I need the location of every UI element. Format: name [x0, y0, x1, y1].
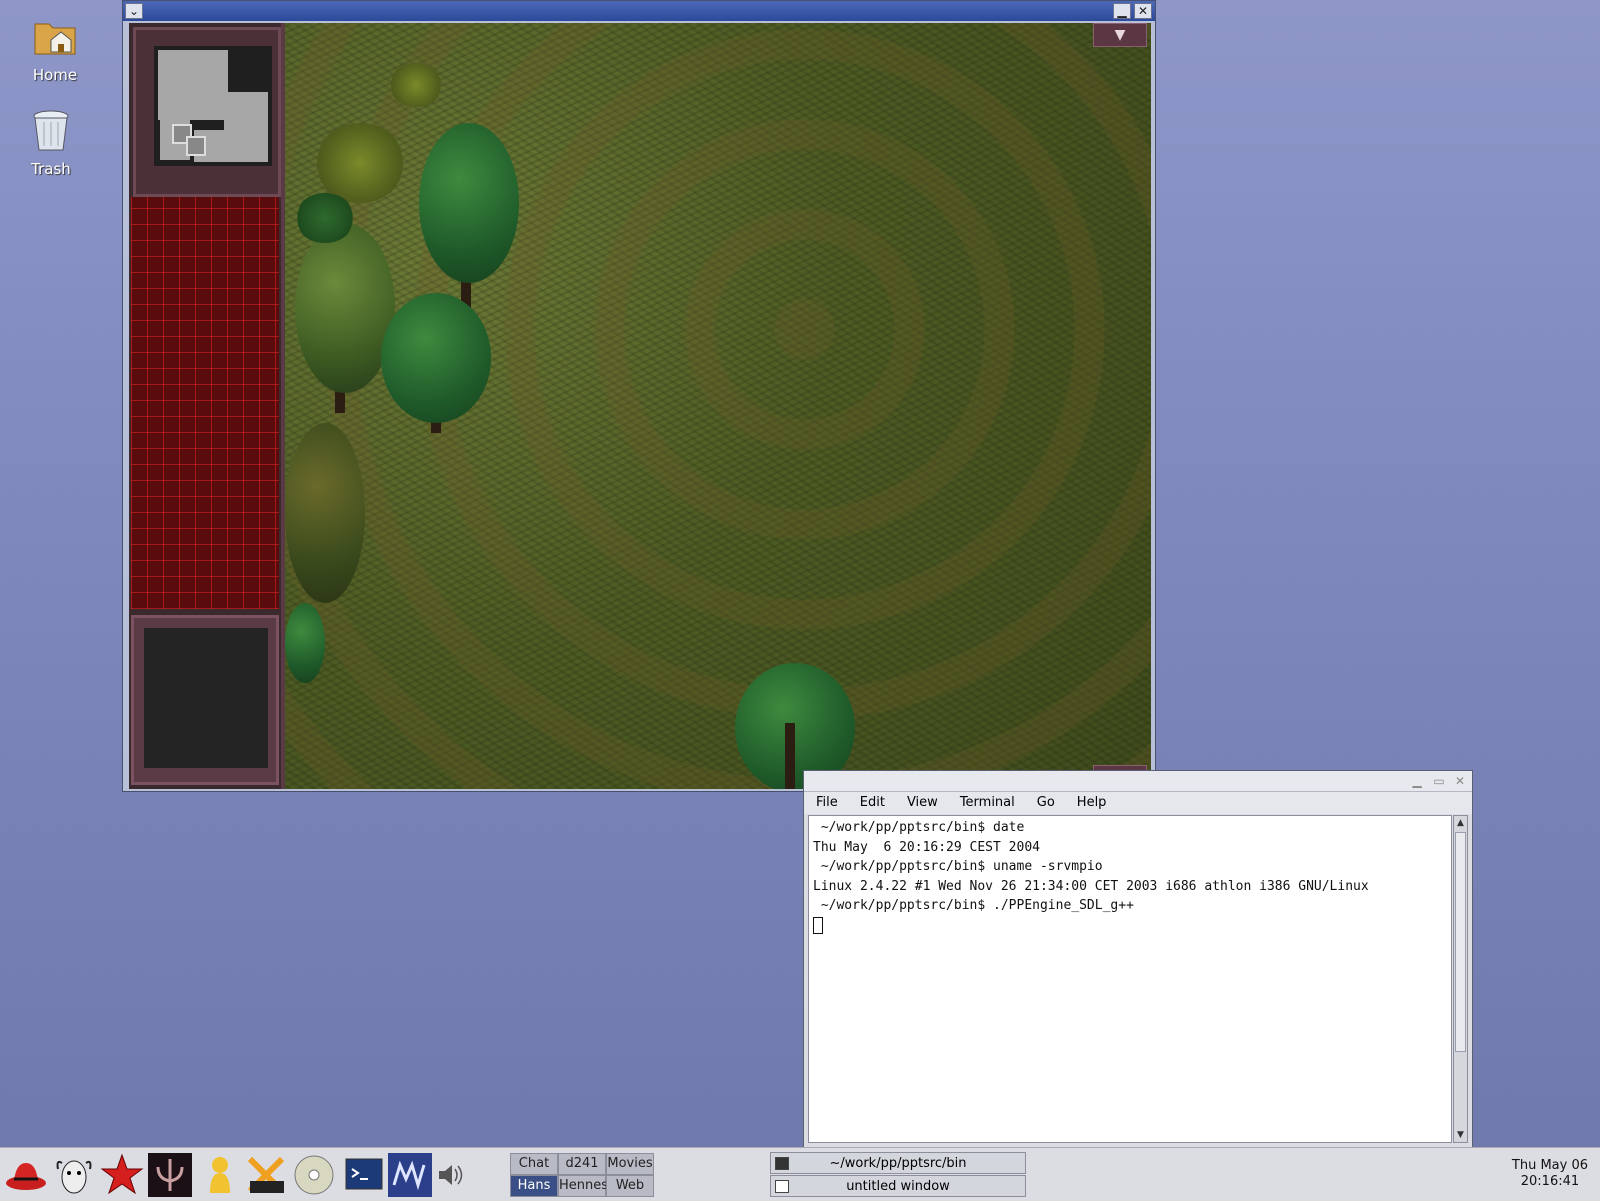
gnu-icon[interactable]	[52, 1153, 96, 1197]
mms-icon[interactable]	[388, 1153, 432, 1197]
window-icon	[775, 1180, 789, 1193]
terminal-line: ~/work/pp/pptsrc/bin$ date	[813, 820, 1025, 835]
redhat-menu-icon[interactable]	[4, 1153, 48, 1197]
bush	[315, 123, 405, 203]
minimize-button[interactable]: ▁	[1113, 3, 1131, 19]
workspace-hennes[interactable]: Hennes	[558, 1175, 608, 1197]
tree	[381, 293, 491, 423]
scroll-down-icon[interactable]: ▼	[1454, 1128, 1467, 1142]
tree	[419, 123, 519, 283]
tree	[295, 223, 395, 393]
home-folder-icon	[34, 23, 76, 55]
workspace-movies[interactable]: Movies	[606, 1153, 654, 1175]
trash-can-icon	[33, 110, 69, 151]
workspace-hans[interactable]: Hans	[510, 1175, 558, 1197]
terminal-output[interactable]: ~/work/pp/pptsrc/bin$ date Thu May 6 20:…	[808, 815, 1452, 1143]
scrollbar-thumb[interactable]	[1455, 832, 1466, 1052]
workspace-web[interactable]: Web	[606, 1175, 654, 1197]
terminal-icon[interactable]	[342, 1153, 386, 1197]
game-side-panel	[129, 23, 285, 789]
scroll-up-arrow[interactable]: ▼	[1093, 23, 1147, 47]
unit-info-box	[144, 628, 268, 768]
close-button[interactable]: ✕	[1451, 773, 1469, 789]
maximize-button[interactable]: ▭	[1430, 773, 1448, 789]
desktop-icon-label: Home	[32, 66, 78, 84]
menu-edit[interactable]: Edit	[848, 792, 895, 812]
tree	[285, 423, 365, 603]
terminal-line: ~/work/pp/pptsrc/bin$ ./PPEngine_SDL_g++	[813, 898, 1134, 913]
workspace-d241[interactable]: d241	[558, 1153, 606, 1175]
game-window[interactable]: ⌄ ▁ ✕ ▼	[122, 0, 1156, 792]
game-window-titlebar[interactable]: ⌄ ▁ ✕	[123, 1, 1155, 21]
quake-icon[interactable]	[148, 1153, 192, 1197]
terminal-menubar: File Edit View Terminal Go Help	[804, 792, 1472, 814]
unit-info-frame	[131, 615, 279, 785]
desktop-icon-trash[interactable]: Trash	[6, 108, 96, 178]
menu-terminal[interactable]: Terminal	[948, 792, 1025, 812]
bush	[295, 193, 355, 243]
star-game-icon[interactable]	[100, 1153, 144, 1197]
clock-time: 20:16:41	[1520, 1174, 1580, 1189]
tree-trunk	[785, 723, 795, 789]
task-label: ~/work/pp/pptsrc/bin	[829, 1156, 967, 1171]
cd-player-icon[interactable]	[292, 1153, 336, 1197]
terminal-line: Linux 2.4.22 #1 Wed Nov 26 21:34:00 CET …	[813, 878, 1369, 894]
close-button[interactable]: ✕	[1134, 3, 1152, 19]
window-menu-button[interactable]: ⌄	[125, 3, 143, 19]
workspace-pager: Chat d241 Movies Hans Hennes Web	[510, 1153, 654, 1197]
desktop-icon-home[interactable]: Home	[10, 12, 100, 84]
task-terminal[interactable]: ~/work/pp/pptsrc/bin	[770, 1152, 1026, 1174]
terminal-cursor	[813, 916, 823, 934]
tree	[285, 603, 325, 683]
bottom-panel: Chat d241 Movies Hans Hennes Web ~/work/…	[0, 1147, 1600, 1201]
terminal-line: ~/work/pp/pptsrc/bin$ uname -srvmpio	[813, 859, 1103, 874]
game-terrain[interactable]	[285, 23, 1151, 789]
xchat-icon[interactable]	[244, 1153, 288, 1197]
menu-view[interactable]: View	[895, 792, 948, 812]
bush	[389, 63, 443, 107]
minimap-viewport-marker[interactable]	[186, 136, 206, 156]
terminal-line: Thu May 6 20:16:29 CEST 2004	[813, 839, 1040, 855]
volume-icon[interactable]	[436, 1153, 464, 1197]
menu-file[interactable]: File	[804, 792, 848, 812]
panel-clock[interactable]: Thu May 06 20:16:41	[1512, 1158, 1588, 1190]
minimap-block	[158, 50, 228, 120]
task-untitled-window[interactable]: untitled window	[770, 1175, 1026, 1197]
menu-go[interactable]: Go	[1025, 792, 1065, 812]
workspace-chat[interactable]: Chat	[510, 1153, 558, 1175]
clock-date: Thu May 06	[1511, 1158, 1588, 1173]
game-viewport[interactable]: ▼ ▲	[129, 23, 1151, 789]
scroll-up-icon[interactable]: ▲	[1454, 816, 1467, 830]
terminal-window[interactable]: ▁ ▭ ✕ File Edit View Terminal Go Help ~/work/…	[803, 770, 1473, 1148]
user-icon[interactable]	[198, 1153, 242, 1197]
minimize-button[interactable]: ▁	[1408, 773, 1426, 789]
terminal-icon	[775, 1157, 789, 1170]
terminal-scrollbar[interactable]: ▲ ▼	[1453, 815, 1468, 1143]
minimap-frame	[133, 27, 281, 197]
terminal-titlebar[interactable]: ▁ ▭ ✕	[804, 771, 1472, 792]
unit-command-panel[interactable]	[131, 197, 279, 609]
task-label: untitled window	[846, 1179, 950, 1194]
desktop-icon-label: Trash	[31, 160, 71, 178]
minimap[interactable]	[154, 46, 272, 166]
menu-help[interactable]: Help	[1065, 792, 1117, 812]
